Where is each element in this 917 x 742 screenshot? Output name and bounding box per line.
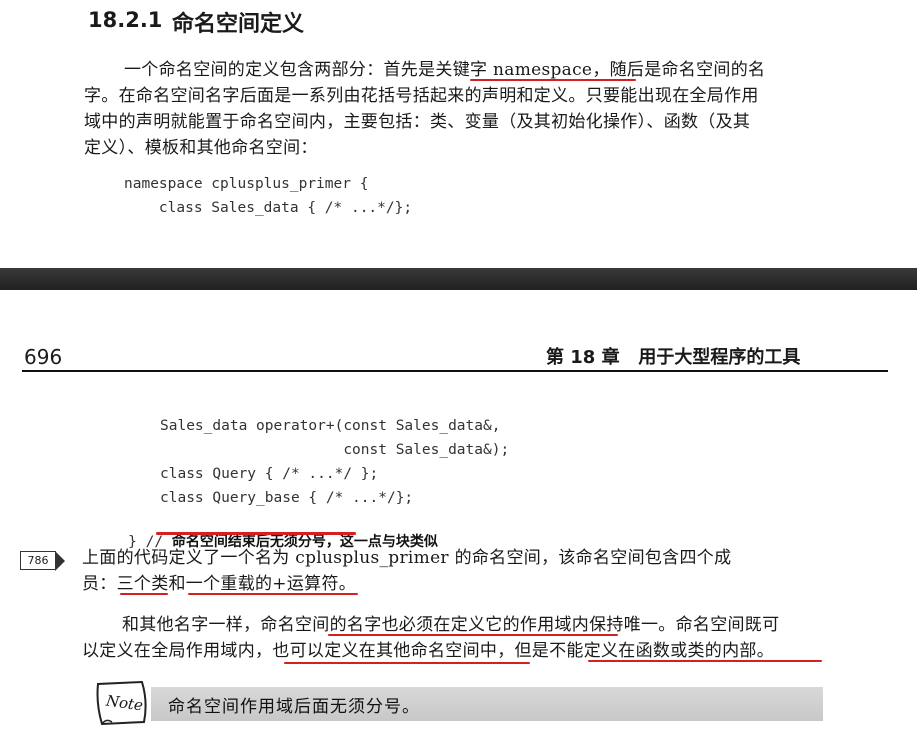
note-text: 命名空间作用域后面无须分号。 — [168, 697, 420, 717]
note-icon: Note — [92, 674, 152, 730]
annotation-underline — [120, 593, 168, 595]
annotation-underline — [284, 662, 530, 664]
code-line: class Sales_data { /* ...*/}; — [124, 200, 413, 216]
code-line: namespace cplusplus_primer { — [124, 176, 369, 192]
annotation-underline — [188, 593, 358, 595]
section-number: 18.2.1 — [88, 8, 163, 32]
header-rule — [22, 370, 888, 372]
page-number: 696 — [24, 345, 63, 369]
code-line: Sales_data operator+(const Sales_data&, — [160, 418, 501, 434]
paragraph-1-line-4: 定义）、模板和其他命名空间： — [84, 138, 318, 158]
chapter-title: 第 18 章 用于大型程序的工具 — [546, 347, 801, 368]
annotation-underline — [588, 660, 822, 662]
paragraph-3: 和其他名字一样，命名空间的名字也必须在定义它的作用域内保持唯一。命名空间既可 以… — [82, 612, 862, 664]
paragraph-1-line-3: 域中的声明就能置于命名空间内，主要包括：类、变量（及其初始化操作）、函数（及其 — [84, 112, 751, 132]
paragraph-1-line-1: 一个命名空间的定义包含两部分：首先是关键字 namespace，随后是命名空间的… — [124, 60, 766, 80]
annotation-underline — [156, 532, 356, 535]
margin-arrow-icon — [55, 551, 65, 571]
code-line: class Query { /* ...*/ }; — [160, 466, 379, 482]
paragraph-1: 一个命名空间的定义包含两部分：首先是关键字 namespace，随后是命名空间的… — [84, 57, 844, 161]
code-line: const Sales_data&); — [160, 442, 510, 458]
section-title: 命名空间定义 — [172, 12, 305, 37]
paragraph-1-line-2: 字。在命名空间名字后面是一系列由花括号括起来的声明和定义。只要能出现在全局作用 — [84, 86, 759, 106]
code-line: class Query_base { /* ...*/}; — [160, 490, 414, 506]
margin-page-reference: 786 — [20, 551, 56, 570]
annotation-underline — [328, 634, 618, 636]
keyword-namespace-phrase: 关键字 namespace — [435, 60, 593, 80]
annotation-underline — [470, 79, 636, 81]
page-divider — [0, 268, 917, 290]
paragraph-2: 上面的代码定义了一个名为 cplusplus_primer 的命名空间，该命名空… — [82, 545, 862, 597]
paragraph-2-line-1: 上面的代码定义了一个名为 cplusplus_primer 的命名空间，该命名空… — [82, 548, 732, 568]
